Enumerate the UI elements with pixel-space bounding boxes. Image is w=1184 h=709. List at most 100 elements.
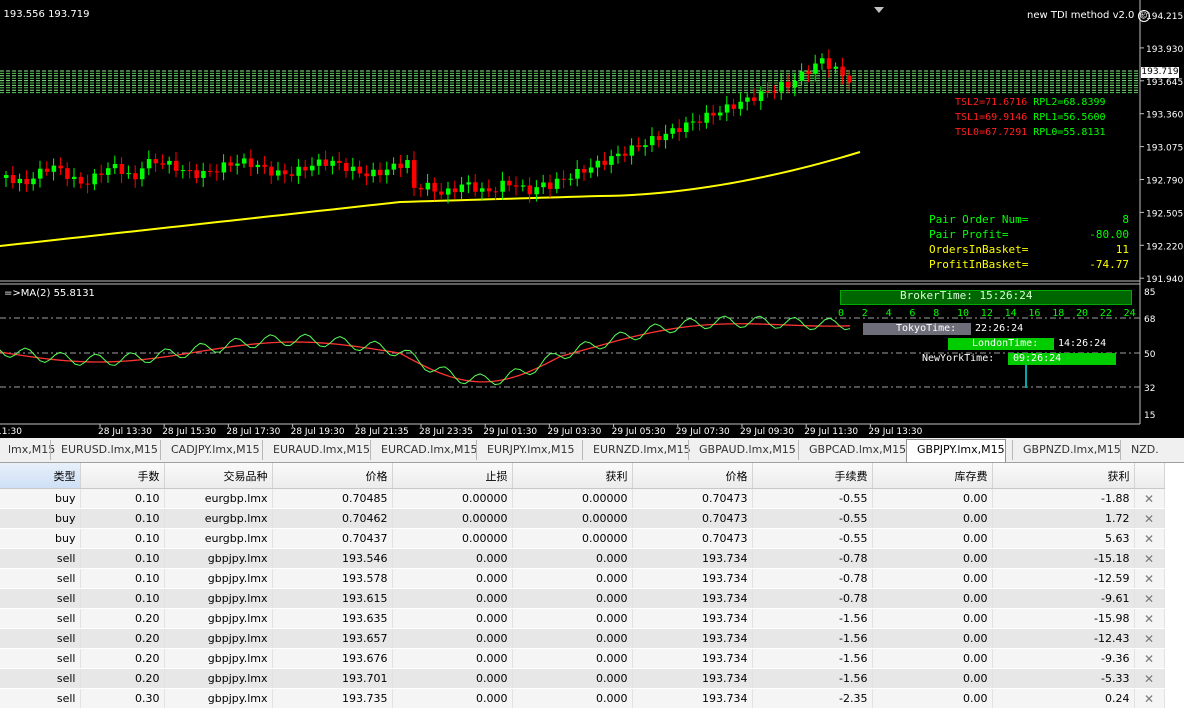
close-order-icon[interactable]: ✕	[1134, 568, 1165, 589]
candle	[289, 174, 295, 176]
candle	[72, 176, 77, 179]
chart-area[interactable]: 194.215 193.930 193.645 193.360 193.075 192.7…	[0, 0, 1184, 438]
table-cell: -0.78	[752, 548, 873, 569]
hour-label: 22	[1099, 308, 1112, 319]
candle	[541, 182, 546, 188]
close-order-icon[interactable]: ✕	[1134, 528, 1165, 549]
candle	[459, 184, 465, 193]
candle	[276, 170, 281, 176]
indicator-title-text: new TDI method v2.0	[1027, 10, 1135, 21]
table-cell: -0.55	[752, 508, 873, 529]
table-cell: 0.000	[392, 568, 513, 589]
chart-tab[interactable]: CADJPY.lmx,M15	[160, 440, 260, 460]
table-cell: 193.546	[272, 548, 393, 569]
candle	[10, 175, 16, 184]
time-axis: 11:30 28 Jul 13:30 28 Jul 15:30 28 Jul 17:3…	[0, 424, 923, 437]
chart-tab[interactable]: EURAUD.lmx,M15	[262, 440, 370, 460]
candle	[493, 191, 499, 193]
table-row[interactable]: buy 0.10 eurgbp.lmx 0.70485 0.00000 0.00000 0.…	[0, 488, 1165, 509]
table-cell: -0.55	[752, 488, 873, 509]
candle	[452, 188, 458, 193]
column-header[interactable]: 价格	[632, 463, 753, 489]
table-row[interactable]: sell 0.20 gbpjpy.lmx 193.635 0.000 0.000 193.7…	[0, 608, 1165, 629]
info-value: 11	[1115, 243, 1129, 256]
chart-tab[interactable]: GBPCAD.lmx,M15	[798, 440, 906, 460]
close-order-icon[interactable]: ✕	[1134, 628, 1165, 649]
chart-tab[interactable]: GBPNZD.lmx,M15	[1012, 440, 1121, 460]
candle	[364, 173, 369, 177]
column-header[interactable]: 价格	[272, 463, 393, 489]
column-header[interactable]: 手数	[80, 463, 165, 489]
table-cell: buy	[0, 528, 81, 549]
chart-tab[interactable]: NZD.	[1120, 440, 1159, 460]
time-tick-label: 29 Jul 01:30	[483, 427, 537, 437]
table-row[interactable]: sell 0.20 gbpjpy.lmx 193.676 0.000 0.000 193.7…	[0, 648, 1165, 669]
table-cell: eurgbp.lmx	[164, 528, 273, 549]
price-tick-label: 193.360	[1146, 111, 1183, 121]
column-header[interactable]: 类型	[0, 463, 81, 489]
close-order-icon[interactable]: ✕	[1134, 588, 1165, 609]
column-header[interactable]: 止损	[392, 463, 513, 489]
table-row[interactable]: buy 0.10 eurgbp.lmx 0.70437 0.00000 0.00000 0.…	[0, 528, 1165, 549]
rpl-value: RPL0=55.8131	[1027, 127, 1106, 138]
candle	[514, 185, 519, 187]
close-order-icon[interactable]: ✕	[1134, 608, 1165, 629]
close-order-icon[interactable]: ✕	[1134, 488, 1165, 509]
table-row[interactable]: sell 0.10 gbpjpy.lmx 193.615 0.000 0.000 193.7…	[0, 588, 1165, 609]
close-order-icon[interactable]: ✕	[1134, 508, 1165, 529]
column-header[interactable]: 手续费	[752, 463, 873, 489]
candle	[126, 173, 131, 175]
time-tick-label: 28 Jul 23:35	[419, 427, 473, 437]
tokyo-label: TokyoTime:	[896, 323, 957, 334]
close-order-icon[interactable]: ✕	[1134, 668, 1165, 689]
candle	[242, 158, 247, 164]
chart-tab[interactable]: GBPJPY.lmx,M15	[906, 439, 1006, 462]
column-header-close	[1134, 463, 1165, 489]
chart-tab[interactable]: lmx,M15	[0, 440, 55, 460]
candle	[554, 178, 560, 189]
shift-marker-icon[interactable]	[874, 7, 884, 13]
table-cell: 0.20	[80, 628, 165, 649]
table-cell: 0.000	[392, 628, 513, 649]
chart-tab[interactable]: EURUSD.lmx,M15	[50, 440, 158, 460]
sub-tick-label: 32	[1144, 384, 1155, 394]
table-cell: 193.734	[632, 588, 753, 609]
table-cell: 193.735	[272, 688, 393, 709]
table-cell: -0.55	[752, 528, 873, 549]
table-row[interactable]: sell 0.20 gbpjpy.lmx 193.657 0.000 0.000 193.7…	[0, 628, 1165, 649]
time-tick-label: 28 Jul 17:30	[226, 427, 280, 437]
candle	[201, 170, 206, 178]
candle	[323, 159, 329, 166]
close-order-icon[interactable]: ✕	[1134, 688, 1165, 709]
table-row[interactable]: sell 0.10 gbpjpy.lmx 193.578 0.000 0.000 193.7…	[0, 568, 1165, 589]
table-row[interactable]: sell 0.10 gbpjpy.lmx 193.546 0.000 0.000 193.7…	[0, 548, 1165, 569]
table-row[interactable]: buy 0.10 eurgbp.lmx 0.70462 0.00000 0.00000 0.…	[0, 508, 1165, 529]
price-tick-label: 193.075	[1146, 144, 1183, 154]
candle	[405, 160, 410, 168]
table-row[interactable]: sell 0.20 gbpjpy.lmx 193.701 0.000 0.000 193.7…	[0, 668, 1165, 689]
close-order-icon[interactable]: ✕	[1134, 648, 1165, 669]
table-cell: 0.000	[392, 588, 513, 609]
table-cell: 0.00	[872, 588, 993, 609]
chart-tab[interactable]: GBPAUD.lmx,M15	[688, 440, 796, 460]
column-header[interactable]: 交易品种	[164, 463, 273, 489]
candle	[826, 58, 832, 69]
candle	[486, 188, 492, 192]
table-row[interactable]: sell 0.30 gbpjpy.lmx 193.735 0.000 0.000 193.7…	[0, 688, 1165, 709]
candle	[758, 91, 764, 101]
table-cell: -9.36	[992, 648, 1135, 669]
column-header[interactable]: 库存费	[872, 463, 993, 489]
candle	[813, 63, 818, 74]
table-cell: 0.00	[872, 568, 993, 589]
table-cell: gbpjpy.lmx	[164, 548, 273, 569]
candle	[412, 160, 417, 188]
chart-tab[interactable]: EURNZD.lmx,M15	[582, 440, 691, 460]
candle	[446, 188, 451, 195]
column-header[interactable]: 获利	[992, 463, 1135, 489]
chart-tab[interactable]: EURCAD.lmx,M15	[370, 440, 478, 460]
chart-tab[interactable]: EURJPY.lmx,M15	[476, 440, 575, 460]
close-order-icon[interactable]: ✕	[1134, 548, 1165, 569]
table-cell: -1.56	[752, 648, 873, 669]
column-header[interactable]: 获利	[512, 463, 633, 489]
candle	[568, 178, 573, 180]
